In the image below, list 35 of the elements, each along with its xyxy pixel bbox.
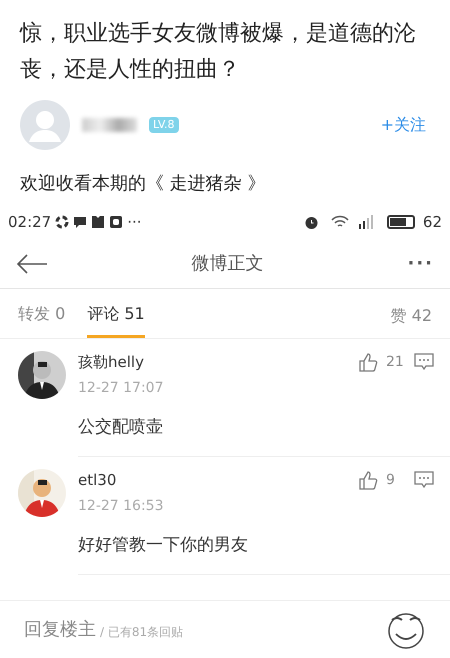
thumbs-up-icon[interactable]: [358, 470, 378, 490]
alarm-icon: [304, 214, 319, 230]
username: 孩勒helly: [78, 352, 144, 373]
back-icon[interactable]: [16, 254, 48, 274]
follow-button[interactable]: +关注: [380, 113, 430, 137]
comment-icon[interactable]: [414, 471, 434, 490]
reply-button[interactable]: 回复楼主: [24, 616, 96, 643]
comment-text: 好好管教一下你的男友: [78, 534, 249, 556]
comment-text: 公交配喷壶: [78, 416, 164, 438]
comment-icon[interactable]: [414, 353, 434, 372]
notification-icon: [109, 215, 124, 229]
like-count: 21: [386, 352, 405, 372]
likes-count: 赞 42: [390, 304, 432, 326]
battery-percent: 62: [422, 212, 442, 233]
like-count: 9: [386, 470, 396, 490]
intro-text: 欢迎收看本期的《 走进猪杂 》: [19, 172, 266, 196]
page-title: 微博正文: [190, 252, 265, 276]
blurred-name-drawing: [82, 118, 137, 132]
thumbs-up-icon[interactable]: [358, 352, 378, 372]
reply-count: / 已有81条回贴: [100, 624, 184, 640]
sync-icon: [55, 215, 70, 229]
comment-time: 12-27 16:53: [78, 496, 164, 516]
headline: 惊，职业选手女友微博被爆，是道德的沦丧，还是人性的扭曲？: [18, 20, 417, 84]
comment-tab[interactable]: 评论 51: [87, 293, 145, 338]
level-badge: LV.8: [149, 116, 179, 134]
status-time: 02:27: [8, 212, 52, 233]
comment-time: 12-27 17:07: [78, 378, 164, 398]
comment-tab[interactable]: 转发 0: [18, 293, 66, 338]
shirt-icon: [91, 215, 106, 229]
message-icon: [73, 215, 88, 229]
status-more: ···: [127, 212, 142, 233]
battery-icon: [386, 215, 415, 229]
more-button[interactable]: ···: [407, 250, 434, 277]
wifi-icon: [330, 215, 349, 229]
username: etl30: [78, 470, 116, 491]
